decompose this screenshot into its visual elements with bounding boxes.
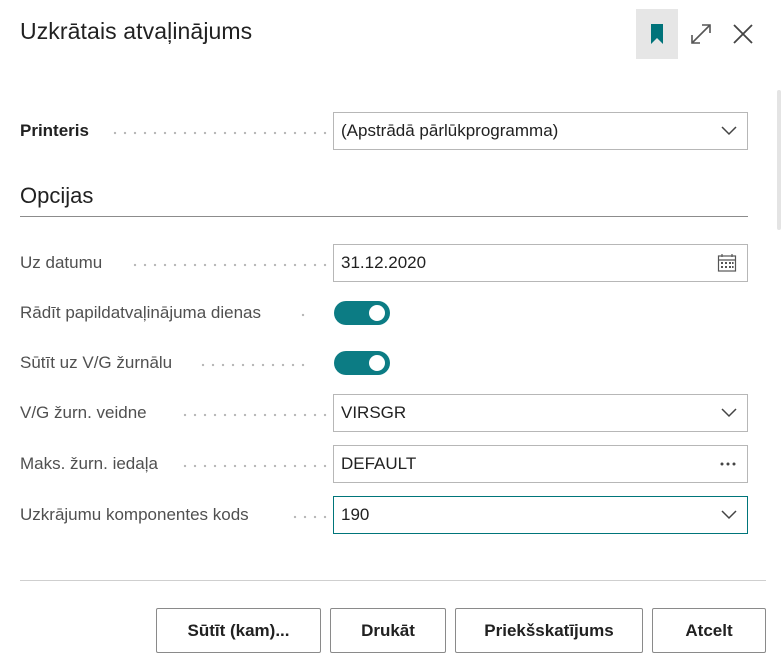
close-button[interactable] <box>722 9 764 59</box>
journal-batch-row: Maks. žurn. iedaļa DEFAULT <box>20 445 748 483</box>
leader-dots <box>178 413 330 417</box>
printer-select[interactable]: (Apstrādā pārlūkprogramma) <box>333 112 748 150</box>
bookmark-button[interactable] <box>636 9 678 59</box>
scrollbar[interactable] <box>777 90 781 230</box>
close-icon <box>733 24 753 44</box>
component-code-row: Uzkrājumu komponentes kods 190 <box>20 496 748 534</box>
journal-batch-field[interactable]: DEFAULT <box>333 445 748 483</box>
section-heading-opcijas: Opcijas <box>20 183 94 208</box>
send-to-button[interactable]: Sūtīt (kam)... <box>156 608 321 653</box>
leader-dots <box>288 515 330 519</box>
extra-days-row: Rādīt papildatvaļinājuma dienas <box>20 294 748 332</box>
footer-divider <box>20 580 766 581</box>
printer-value: (Apstrādā pārlūkprogramma) <box>341 121 559 140</box>
cancel-button[interactable]: Atcelt <box>652 608 766 653</box>
leader-dots <box>178 464 330 468</box>
chevron-down-icon <box>721 126 737 136</box>
ellipsis-icon[interactable] <box>719 461 737 467</box>
dialog-title: Uzkrātais atvaļinājums <box>20 18 253 44</box>
journal-batch-label: Maks. žurn. iedaļa <box>20 454 158 473</box>
leader-dots <box>128 263 330 267</box>
journal-template-value: VIRSGR <box>341 403 407 422</box>
post-journal-label: Sūtīt uz V/G žurnālu <box>20 353 173 372</box>
chevron-down-icon <box>721 510 737 520</box>
leader-dots <box>298 313 308 317</box>
preview-button[interactable]: Priekšskatījums <box>455 608 643 653</box>
journal-template-label: V/G žurn. veidne <box>20 403 147 422</box>
extra-days-toggle[interactable] <box>334 301 390 325</box>
date-field[interactable]: 31.12.2020 <box>333 244 748 282</box>
printer-row: Printeris (Apstrādā pārlūkprogramma) <box>20 112 748 150</box>
journal-batch-value: DEFAULT <box>341 454 417 473</box>
section-divider <box>20 216 748 217</box>
print-button[interactable]: Drukāt <box>330 608 446 653</box>
printer-label: Printeris <box>20 121 89 140</box>
leader-dots <box>108 131 330 135</box>
expand-icon <box>691 24 711 44</box>
toggle-knob <box>369 305 385 321</box>
component-code-select[interactable]: 190 <box>333 496 748 534</box>
journal-template-select[interactable]: VIRSGR <box>333 394 748 432</box>
chevron-down-icon <box>721 408 737 418</box>
toggle-knob <box>369 355 385 371</box>
component-code-value: 190 <box>341 505 370 524</box>
component-code-label: Uzkrājumu komponentes kods <box>20 505 249 524</box>
calendar-icon[interactable] <box>717 253 737 273</box>
journal-template-row: V/G žurn. veidne VIRSGR <box>20 394 748 432</box>
post-journal-row: Sūtīt uz V/G žurnālu <box>20 344 748 382</box>
date-label: Uz datumu <box>20 253 103 272</box>
bookmark-icon <box>651 24 663 44</box>
leader-dots <box>198 363 308 367</box>
post-journal-toggle[interactable] <box>334 351 390 375</box>
expand-button[interactable] <box>680 9 722 59</box>
extra-days-label: Rādīt papildatvaļinājuma dienas <box>20 303 261 322</box>
date-value: 31.12.2020 <box>341 253 427 272</box>
date-row: Uz datumu 31.12.2020 <box>20 244 748 282</box>
